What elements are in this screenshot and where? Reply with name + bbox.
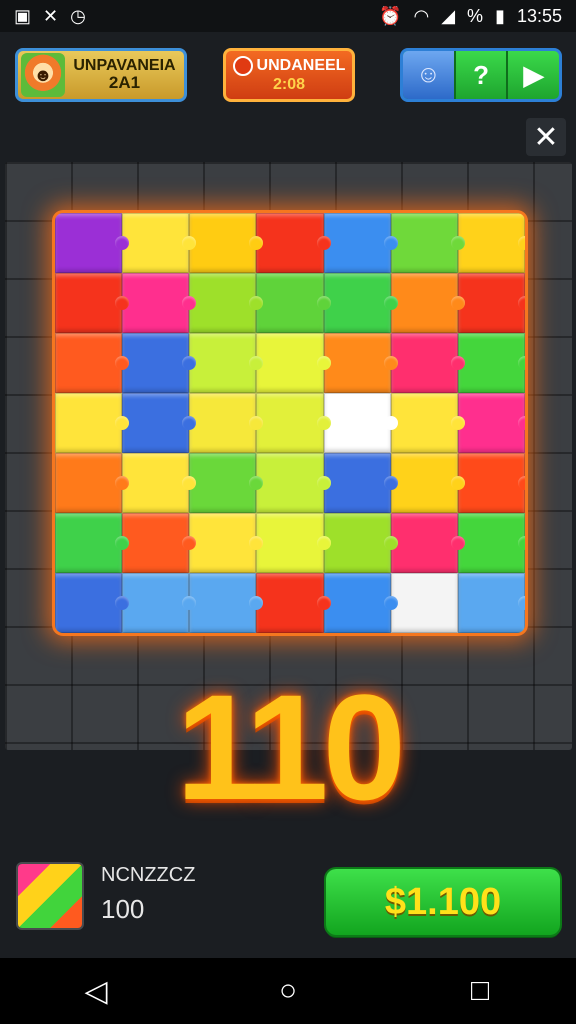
puzzle-piece[interactable]: [122, 213, 197, 273]
timer-badge[interactable]: UNDANEEL 2:08: [223, 48, 355, 102]
timer-title: UNDANEEL: [232, 56, 346, 77]
level-value: 2A1: [108, 73, 141, 93]
battery-icon: ▮: [495, 6, 505, 26]
puzzle-piece[interactable]: [122, 333, 197, 393]
puzzle-piece[interactable]: [55, 573, 130, 633]
puzzle-piece[interactable]: [55, 453, 130, 513]
puzzle-piece[interactable]: [122, 393, 197, 453]
puzzle-piece[interactable]: [390, 213, 465, 273]
puzzle-piece[interactable]: [122, 273, 197, 333]
puzzle-piece[interactable]: [323, 573, 398, 633]
image-icon: ▣: [14, 6, 32, 26]
timer-title-text: UNDANEEL: [256, 57, 346, 75]
puzzle-thumbnail[interactable]: [18, 864, 82, 928]
puzzle-piece[interactable]: [55, 213, 130, 273]
wifi-icon: ◠: [413, 6, 430, 26]
puzzle-piece[interactable]: [457, 573, 525, 633]
close-button[interactable]: ✕: [526, 118, 566, 156]
hint-button[interactable]: ?: [453, 51, 507, 99]
puzzle-name: NCNZZCZ: [101, 864, 196, 886]
puzzle-piece[interactable]: [122, 513, 197, 573]
nav-bar: ◁ ○ □: [0, 958, 576, 1024]
puzzle-piece[interactable]: [457, 453, 525, 513]
puzzle-piece[interactable]: [457, 213, 525, 273]
puzzle-piece[interactable]: [457, 333, 525, 393]
puzzle-piece[interactable]: [323, 213, 398, 273]
bottom-panel: NCNZZCZ 100 $1.100: [0, 858, 576, 938]
puzzle-piece[interactable]: [55, 513, 130, 573]
puzzle-piece[interactable]: [189, 513, 264, 573]
clock-time: 13:55: [516, 5, 562, 26]
ghost-button[interactable]: ☺: [403, 51, 454, 99]
puzzle-piece[interactable]: [256, 213, 331, 273]
puzzle-piece[interactable]: [256, 573, 331, 633]
home-icon[interactable]: ○: [258, 974, 318, 1008]
puzzle-piece[interactable]: [55, 333, 130, 393]
puzzle-slot-empty[interactable]: [390, 573, 458, 633]
puzzle-piece[interactable]: [256, 273, 331, 333]
puzzle-piece[interactable]: [189, 273, 264, 333]
level-title: UNPAVANEIA: [73, 56, 176, 74]
puzzle-piece[interactable]: [122, 453, 197, 513]
puzzle-piece[interactable]: [390, 513, 465, 573]
puzzle-piece[interactable]: [189, 453, 264, 513]
puzzle-piece[interactable]: [457, 273, 525, 333]
puzzle-piece[interactable]: [323, 333, 398, 393]
puzzle-count: 100: [101, 894, 145, 924]
timer-value: 2:08: [272, 76, 306, 94]
buy-button[interactable]: $1.100: [326, 869, 560, 935]
puzzle-piece[interactable]: [256, 513, 331, 573]
alarm-icon: ⏰: [379, 6, 402, 26]
puzzle-piece[interactable]: [390, 393, 465, 453]
status-bar: ▣ ✕ ◷ ⏰ ◠ ◢ % ▮ 13:55: [0, 0, 576, 32]
battery-percent: %: [467, 6, 484, 26]
puzzle-piece[interactable]: [256, 333, 331, 393]
puzzle-piece[interactable]: [256, 393, 331, 453]
puzzle-piece[interactable]: [122, 573, 197, 633]
puzzle-piece[interactable]: [55, 393, 130, 453]
clock-icon: ◷: [70, 6, 86, 26]
puzzle-piece[interactable]: [323, 273, 398, 333]
signal-icon: ◢: [441, 6, 456, 26]
play-button[interactable]: ▶: [506, 51, 559, 99]
action-group: ☺ ? ▶: [400, 48, 562, 102]
level-badge[interactable]: ☻ UNPAVANEIA 2A1: [15, 48, 187, 102]
puzzle-piece[interactable]: [189, 213, 264, 273]
puzzle-piece[interactable]: [323, 393, 398, 453]
top-bar: ☻ UNPAVANEIA 2A1 UNDANEEL 2:08 ☺ ? ▶: [0, 44, 576, 108]
puzzle-piece[interactable]: [189, 333, 264, 393]
recents-icon[interactable]: □: [450, 974, 510, 1008]
avatar: ☻: [21, 53, 65, 97]
puzzle-piece[interactable]: [457, 513, 525, 573]
puzzle-piece[interactable]: [390, 453, 465, 513]
score-display: 110: [176, 663, 406, 831]
puzzle-piece[interactable]: [323, 453, 398, 513]
puzzle-piece[interactable]: [457, 393, 525, 453]
puzzle-piece[interactable]: [390, 273, 465, 333]
puzzle-piece[interactable]: [189, 393, 264, 453]
timer-icon: [232, 56, 253, 77]
puzzle-board[interactable]: [55, 213, 525, 633]
puzzle-piece[interactable]: [189, 573, 264, 633]
puzzle-piece[interactable]: [55, 273, 130, 333]
puzzle-piece[interactable]: [256, 453, 331, 513]
shuffle-icon: ✕: [43, 6, 59, 26]
puzzle-piece[interactable]: [323, 513, 398, 573]
puzzle-piece[interactable]: [390, 333, 465, 393]
back-icon[interactable]: ◁: [66, 974, 126, 1009]
